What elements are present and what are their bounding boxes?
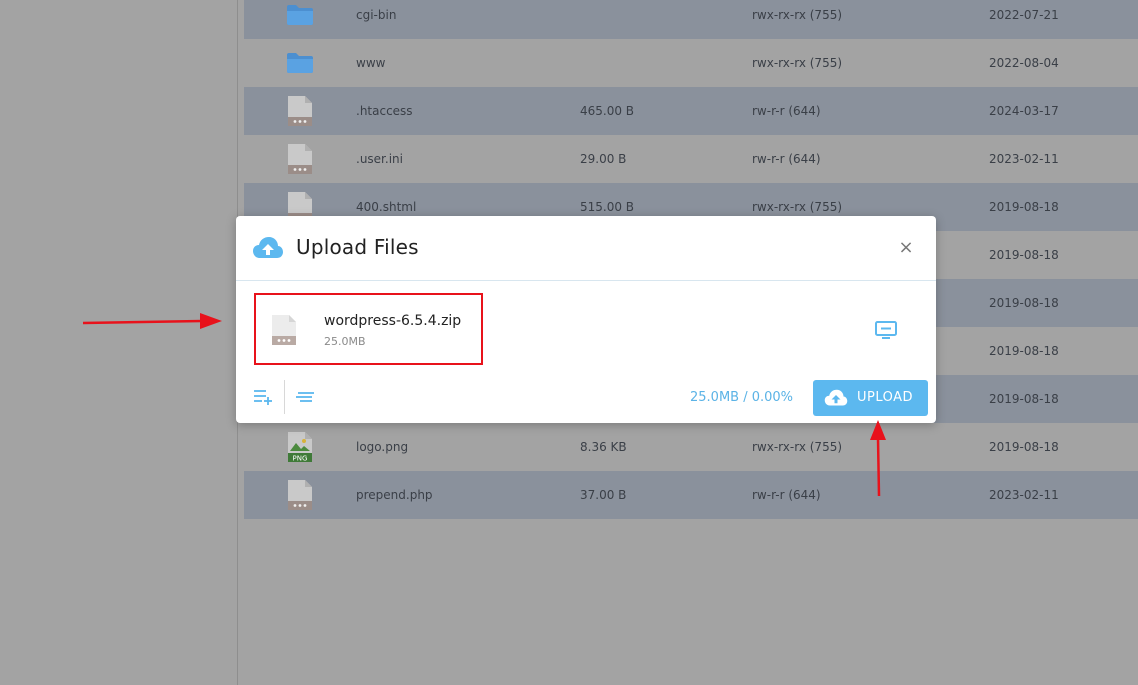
cloud-upload-icon — [823, 389, 849, 411]
dialog-title: Upload Files — [296, 235, 419, 259]
file-name[interactable]: .user.ini — [356, 135, 403, 183]
file-icon — [284, 471, 316, 519]
queued-file-size: 25.0MB — [324, 335, 366, 348]
file-permissions: rwx-rx-rx (755) — [752, 56, 843, 70]
left-panel — [0, 0, 238, 685]
svg-text:PNG: PNG — [293, 455, 308, 463]
file-size: 8.36 KB — [580, 440, 627, 454]
file-name[interactable]: www — [356, 39, 385, 87]
table-row[interactable]: prepend.php 37.00 B rw-r-r (644) 2023-02-11 — [244, 471, 1138, 519]
table-row[interactable]: www rwx-rx-rx (755) 2022-08-04 — [244, 39, 1138, 87]
folder-icon — [284, 0, 316, 39]
file-name[interactable]: logo.png — [356, 423, 408, 471]
file-date: 2023-02-11 — [989, 488, 1059, 502]
file-icon — [284, 135, 316, 183]
cloud-upload-icon — [252, 236, 284, 264]
file-date: 2019-08-18 — [989, 440, 1059, 454]
file-date: 2019-08-18 — [989, 200, 1059, 214]
file-permissions: rwx-rx-rx (755) — [752, 8, 843, 22]
file-date: 2023-02-11 — [989, 152, 1059, 166]
upload-progress: 25.0MB / 0.00% — [690, 390, 794, 405]
file-date: 2019-08-18 — [989, 392, 1059, 406]
upload-dialog: Upload Files × wordpress-6.5.4.zip 25.0M… — [236, 216, 936, 423]
file-date: 2022-07-21 — [989, 8, 1059, 22]
file-size: 29.00 B — [580, 152, 627, 166]
upload-button-label: UPLOAD — [857, 390, 914, 405]
file-permissions: rw-r-r (644) — [752, 104, 821, 118]
toolbar-divider — [284, 380, 285, 414]
file-permissions: rw-r-r (644) — [752, 488, 821, 502]
dialog-header: Upload Files × — [236, 216, 936, 281]
table-row[interactable]: PNG logo.png 8.36 KB rwx-rx-rx (755) 2019-08… — [244, 423, 1138, 471]
file-date: 2024-03-17 — [989, 104, 1059, 118]
clear-list-icon[interactable] — [294, 388, 318, 408]
file-icon — [284, 87, 316, 135]
file-name[interactable]: .htaccess — [356, 87, 413, 135]
file-date: 2019-08-18 — [989, 344, 1059, 358]
table-row[interactable]: .user.ini 29.00 B rw-r-r (644) 2023-02-11 — [244, 135, 1138, 183]
table-row[interactable]: .htaccess 465.00 B rw-r-r (644) 2024-03-17 — [244, 87, 1138, 135]
file-date: 2019-08-18 — [989, 248, 1059, 262]
file-size: 465.00 B — [580, 104, 635, 118]
remove-file-icon[interactable] — [874, 320, 900, 342]
file-icon — [271, 314, 297, 350]
png-icon: PNG — [284, 423, 316, 471]
upload-button[interactable]: UPLOAD — [813, 380, 928, 416]
file-name[interactable]: cgi-bin — [356, 0, 396, 39]
table-row[interactable]: cgi-bin rwx-rx-rx (755) 2022-07-21 — [244, 0, 1138, 39]
add-files-icon[interactable] — [252, 388, 276, 408]
file-date: 2022-08-04 — [989, 56, 1059, 70]
file-permissions: rwx-rx-rx (755) — [752, 440, 843, 454]
file-permissions: rw-r-r (644) — [752, 152, 821, 166]
queued-file-name: wordpress-6.5.4.zip — [324, 313, 462, 329]
queued-file-item: wordpress-6.5.4.zip 25.0MB — [254, 293, 483, 365]
folder-icon — [284, 39, 316, 87]
file-date: 2019-08-18 — [989, 296, 1059, 310]
close-icon[interactable]: × — [896, 238, 916, 258]
file-size: 37.00 B — [580, 488, 627, 502]
file-name[interactable]: prepend.php — [356, 471, 433, 519]
